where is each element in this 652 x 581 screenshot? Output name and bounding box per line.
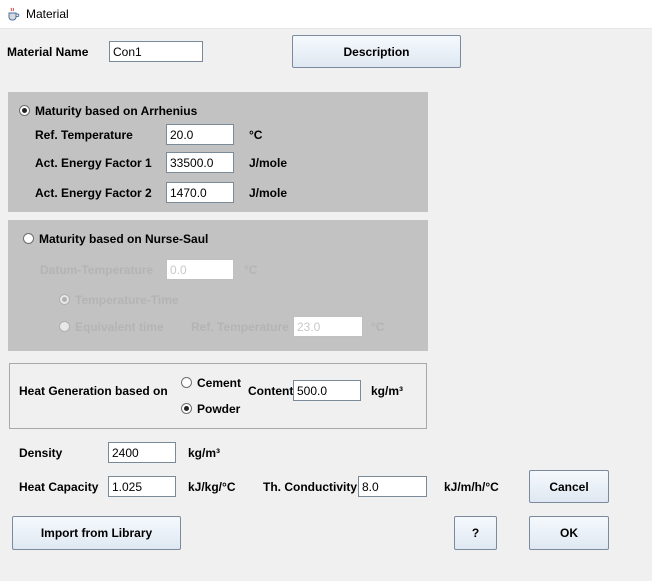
- heat-capacity-label: Heat Capacity: [19, 480, 99, 494]
- cement-radio[interactable]: [181, 377, 192, 388]
- description-button[interactable]: Description: [292, 35, 461, 68]
- conductivity-field[interactable]: [358, 476, 427, 497]
- title-bar: Material: [0, 0, 652, 29]
- heat-capacity-unit: kJ/kg/°C: [188, 480, 236, 494]
- temperature-time-label: Temperature-Time: [75, 293, 179, 307]
- energy-factor-2-label: Act. Energy Factor 2: [35, 186, 152, 200]
- cancel-button[interactable]: Cancel: [529, 470, 609, 503]
- energy-factor-2-unit: J/mole: [249, 186, 288, 200]
- nurse-ref-temperature-unit: °C: [371, 320, 385, 334]
- heat-generation-label: Heat Generation based on: [19, 384, 168, 398]
- window-title: Material: [26, 7, 69, 21]
- conductivity-label: Th. Conductivity: [263, 480, 357, 494]
- material-name-label: Material Name: [7, 45, 89, 59]
- ref-temperature-unit: °C: [249, 128, 263, 142]
- ok-button[interactable]: OK: [529, 516, 609, 550]
- cement-label: Cement: [197, 376, 242, 390]
- equivalent-time-label: Equivalent time: [75, 320, 164, 334]
- content-field[interactable]: [293, 380, 361, 401]
- nurse-ref-temperature-field[interactable]: [293, 316, 363, 337]
- material-name-field[interactable]: [109, 41, 203, 62]
- equivalent-time-radio[interactable]: [59, 321, 70, 332]
- energy-factor-2-field[interactable]: [166, 182, 234, 203]
- help-button[interactable]: ?: [454, 516, 497, 550]
- content-label: Content: [248, 384, 294, 398]
- arrhenius-label: Maturity based on Arrhenius: [35, 104, 198, 118]
- energy-factor-1-field[interactable]: [166, 152, 234, 173]
- temperature-time-radio[interactable]: [59, 294, 70, 305]
- datum-temperature-unit: °C: [244, 263, 258, 277]
- conductivity-unit: kJ/m/h/°C: [444, 480, 499, 494]
- datum-temperature-field[interactable]: [166, 259, 234, 280]
- ref-temperature-label: Ref. Temperature: [35, 128, 133, 142]
- energy-factor-1-unit: J/mole: [249, 156, 288, 170]
- content-unit: kg/m³: [371, 384, 404, 398]
- nurse-saul-label: Maturity based on Nurse-Saul: [39, 232, 209, 246]
- heat-capacity-field[interactable]: [108, 476, 176, 497]
- import-from-library-button[interactable]: Import from Library: [12, 516, 181, 550]
- arrhenius-radio[interactable]: [19, 105, 30, 116]
- powder-label: Powder: [197, 402, 241, 416]
- energy-factor-1-label: Act. Energy Factor 1: [35, 156, 152, 170]
- nurse-ref-temperature-label: Ref. Temperature: [191, 320, 289, 334]
- nurse-saul-radio[interactable]: [23, 233, 34, 244]
- datum-temperature-label: Datum-Temperature: [40, 263, 154, 277]
- density-label: Density: [19, 446, 63, 460]
- ref-temperature-field[interactable]: [166, 124, 234, 145]
- density-unit: kg/m³: [188, 446, 221, 460]
- powder-radio[interactable]: [181, 403, 192, 414]
- java-cup-icon: [8, 7, 20, 21]
- density-field[interactable]: [108, 442, 176, 463]
